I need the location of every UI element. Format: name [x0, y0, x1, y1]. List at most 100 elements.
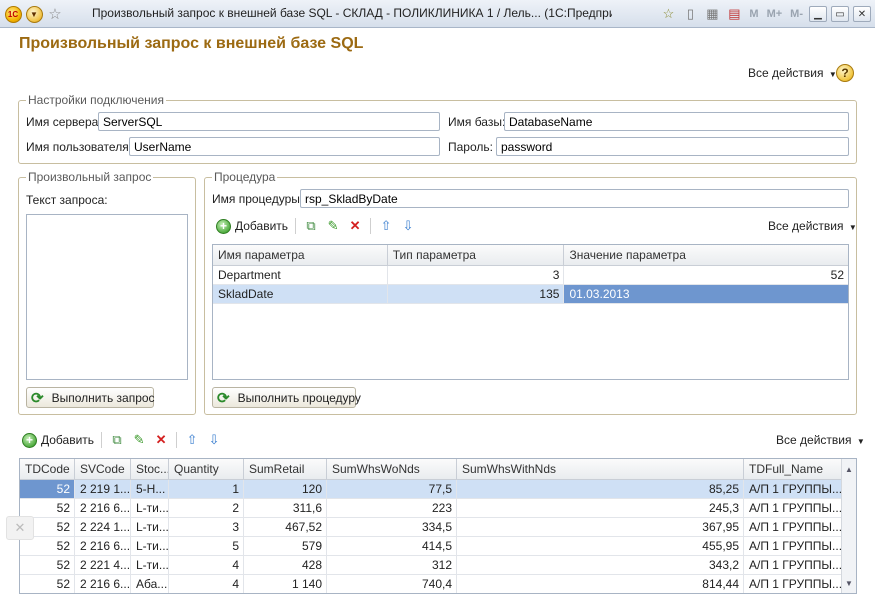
svcode-cell[interactable]: 2 219 1...	[75, 480, 131, 498]
tdcode-cell[interactable]: 52	[20, 499, 75, 517]
results-copy-button[interactable]: ⧉	[106, 430, 128, 450]
stock-cell[interactable]: 5-Н...	[131, 480, 169, 498]
table-row[interactable]: 52 2 216 6... L-ти... 2 311,6 223 245,3 А/П 1 Г…	[20, 499, 841, 518]
procedure-move-up-button[interactable]: ⇧	[375, 216, 397, 236]
tdfullname-cell[interactable]: А/П 1 ГРУППЫ...	[744, 518, 841, 536]
help-button[interactable]: ?	[836, 64, 854, 82]
procedure-edit-button[interactable]: ✎	[322, 216, 344, 236]
memory-m-button[interactable]: M	[747, 8, 760, 20]
maximize-button[interactable]: ▭	[831, 6, 849, 22]
sumwhswonds-cell[interactable]: 312	[327, 556, 457, 574]
stock-cell[interactable]: L-ти...	[131, 537, 169, 555]
column-header[interactable]: Значение параметра	[564, 245, 848, 265]
calculator-icon[interactable]: ▦	[703, 6, 721, 22]
sumretail-cell[interactable]: 579	[244, 537, 327, 555]
server-input[interactable]	[98, 112, 440, 131]
results-edit-button[interactable]: ✎	[128, 430, 150, 450]
user-input[interactable]	[129, 137, 440, 156]
procedure-name-input[interactable]	[300, 189, 849, 208]
stock-cell[interactable]: L-ти...	[131, 499, 169, 517]
procedure-all-actions-menu[interactable]: Все действия ▼	[768, 219, 857, 233]
main-menu-icon[interactable]: ▼	[25, 5, 43, 23]
sumwhswithnds-cell[interactable]: 455,95	[457, 537, 744, 555]
procedure-delete-button[interactable]: ✕	[344, 216, 366, 236]
param-value-cell[interactable]: 01.03.2013	[564, 285, 848, 303]
param-name-cell[interactable]: Department	[213, 266, 388, 284]
sumwhswithnds-cell[interactable]: 367,95	[457, 518, 744, 536]
tdfullname-cell[interactable]: А/П 1 ГРУППЫ...	[744, 537, 841, 555]
table-row[interactable]: 52 2 216 6... Аба... 4 1 140 740,4 814,44 А/П 1…	[20, 575, 841, 593]
sumwhswithnds-cell[interactable]: 85,25	[457, 480, 744, 498]
sumwhswithnds-cell[interactable]: 245,3	[457, 499, 744, 517]
table-row[interactable]: 52 2 219 1... 5-Н... 1 120 77,5 85,25 А/П 1 ГРУ…	[20, 480, 841, 499]
results-vertical-scrollbar[interactable]: ▲ ▼	[841, 459, 856, 593]
procedure-move-down-button[interactable]: ⇩	[397, 216, 419, 236]
tdfullname-cell[interactable]: А/П 1 ГРУППЫ...	[744, 480, 841, 498]
table-row[interactable]: 52 2 221 4... L-ти... 4 428 312 343,2 А/П 1 ГРУ…	[20, 556, 841, 575]
sumwhswithnds-cell[interactable]: 814,44	[457, 575, 744, 593]
table-row[interactable]: Department 3 52	[213, 266, 848, 285]
memory-minus-button[interactable]: M-	[788, 8, 805, 20]
table-row[interactable]: 52 2 216 6... L-ти... 5 579 414,5 455,95 А/П 1 …	[20, 537, 841, 556]
table-row[interactable]: SkladDate 135 01.03.2013	[213, 285, 848, 304]
results-move-down-button[interactable]: ⇩	[203, 430, 225, 450]
column-header[interactable]: SumRetail	[244, 459, 327, 479]
column-header[interactable]: SVCode	[75, 459, 131, 479]
sumwhswithnds-cell[interactable]: 343,2	[457, 556, 744, 574]
add-favorite-icon[interactable]: ☆	[659, 6, 677, 22]
param-value-cell[interactable]: 52	[564, 266, 848, 284]
run-procedure-button[interactable]: ⟳ Выполнить процедуру	[212, 387, 361, 408]
procedure-add-button[interactable]: + Добавить	[213, 216, 291, 236]
form-all-actions-menu[interactable]: Все действия ▼	[748, 66, 837, 80]
sumretail-cell[interactable]: 1 140	[244, 575, 327, 593]
app-logo-icon[interactable]: 1C	[4, 5, 22, 23]
results-move-up-button[interactable]: ⇧	[181, 430, 203, 450]
results-delete-button[interactable]: ✕	[150, 430, 172, 450]
calendar-icon[interactable]: ▤	[725, 6, 743, 22]
database-input[interactable]	[504, 112, 849, 131]
password-input[interactable]	[496, 137, 849, 156]
column-header[interactable]: Stoc...	[131, 459, 169, 479]
procedure-copy-button[interactable]: ⧉	[300, 216, 322, 236]
quantity-cell[interactable]: 2	[169, 499, 244, 517]
column-header[interactable]: Имя параметра	[213, 245, 388, 265]
history-icon[interactable]: ▯	[681, 6, 699, 22]
sumretail-cell[interactable]: 428	[244, 556, 327, 574]
sumretail-cell[interactable]: 467,52	[244, 518, 327, 536]
stock-cell[interactable]: L-ти...	[131, 518, 169, 536]
quantity-cell[interactable]: 4	[169, 575, 244, 593]
sumwhswonds-cell[interactable]: 77,5	[327, 480, 457, 498]
tdfullname-cell[interactable]: А/П 1 ГРУППЫ...	[744, 575, 841, 593]
svcode-cell[interactable]: 2 216 6...	[75, 537, 131, 555]
quantity-cell[interactable]: 5	[169, 537, 244, 555]
sumwhswonds-cell[interactable]: 740,4	[327, 575, 457, 593]
svcode-cell[interactable]: 2 216 6...	[75, 575, 131, 593]
svcode-cell[interactable]: 2 216 6...	[75, 499, 131, 517]
column-header[interactable]: TDCode	[20, 459, 75, 479]
tdfullname-cell[interactable]: А/П 1 ГРУППЫ...	[744, 556, 841, 574]
column-header[interactable]: SumWhsWithNds	[457, 459, 744, 479]
svcode-cell[interactable]: 2 224 1...	[75, 518, 131, 536]
scroll-up-icon[interactable]: ▲	[842, 462, 856, 476]
results-add-button[interactable]: + Добавить	[19, 430, 97, 450]
quantity-cell[interactable]: 3	[169, 518, 244, 536]
memory-plus-button[interactable]: M+	[765, 8, 785, 20]
table-row[interactable]: 52 2 224 1... L-ти... 3 467,52 334,5 367,95 А/П…	[20, 518, 841, 537]
tdfullname-cell[interactable]: А/П 1 ГРУППЫ...	[744, 499, 841, 517]
side-panel-close-icon[interactable]: ✕	[6, 516, 34, 540]
sumwhswonds-cell[interactable]: 334,5	[327, 518, 457, 536]
column-header[interactable]: TDFull_Name	[744, 459, 841, 479]
stock-cell[interactable]: L-ти...	[131, 556, 169, 574]
param-name-cell[interactable]: SkladDate	[213, 285, 388, 303]
run-query-button[interactable]: ⟳ Выполнить запрос	[26, 387, 155, 408]
favorite-star-icon[interactable]: ☆	[46, 5, 64, 23]
stock-cell[interactable]: Аба...	[131, 575, 169, 593]
tdcode-cell[interactable]: 52	[20, 575, 75, 593]
param-type-cell[interactable]: 3	[388, 266, 565, 284]
column-header[interactable]: Тип параметра	[388, 245, 565, 265]
quantity-cell[interactable]: 1	[169, 480, 244, 498]
scroll-down-icon[interactable]: ▼	[842, 576, 856, 590]
sumretail-cell[interactable]: 311,6	[244, 499, 327, 517]
sumwhswonds-cell[interactable]: 223	[327, 499, 457, 517]
column-header[interactable]: SumWhsWoNds	[327, 459, 457, 479]
